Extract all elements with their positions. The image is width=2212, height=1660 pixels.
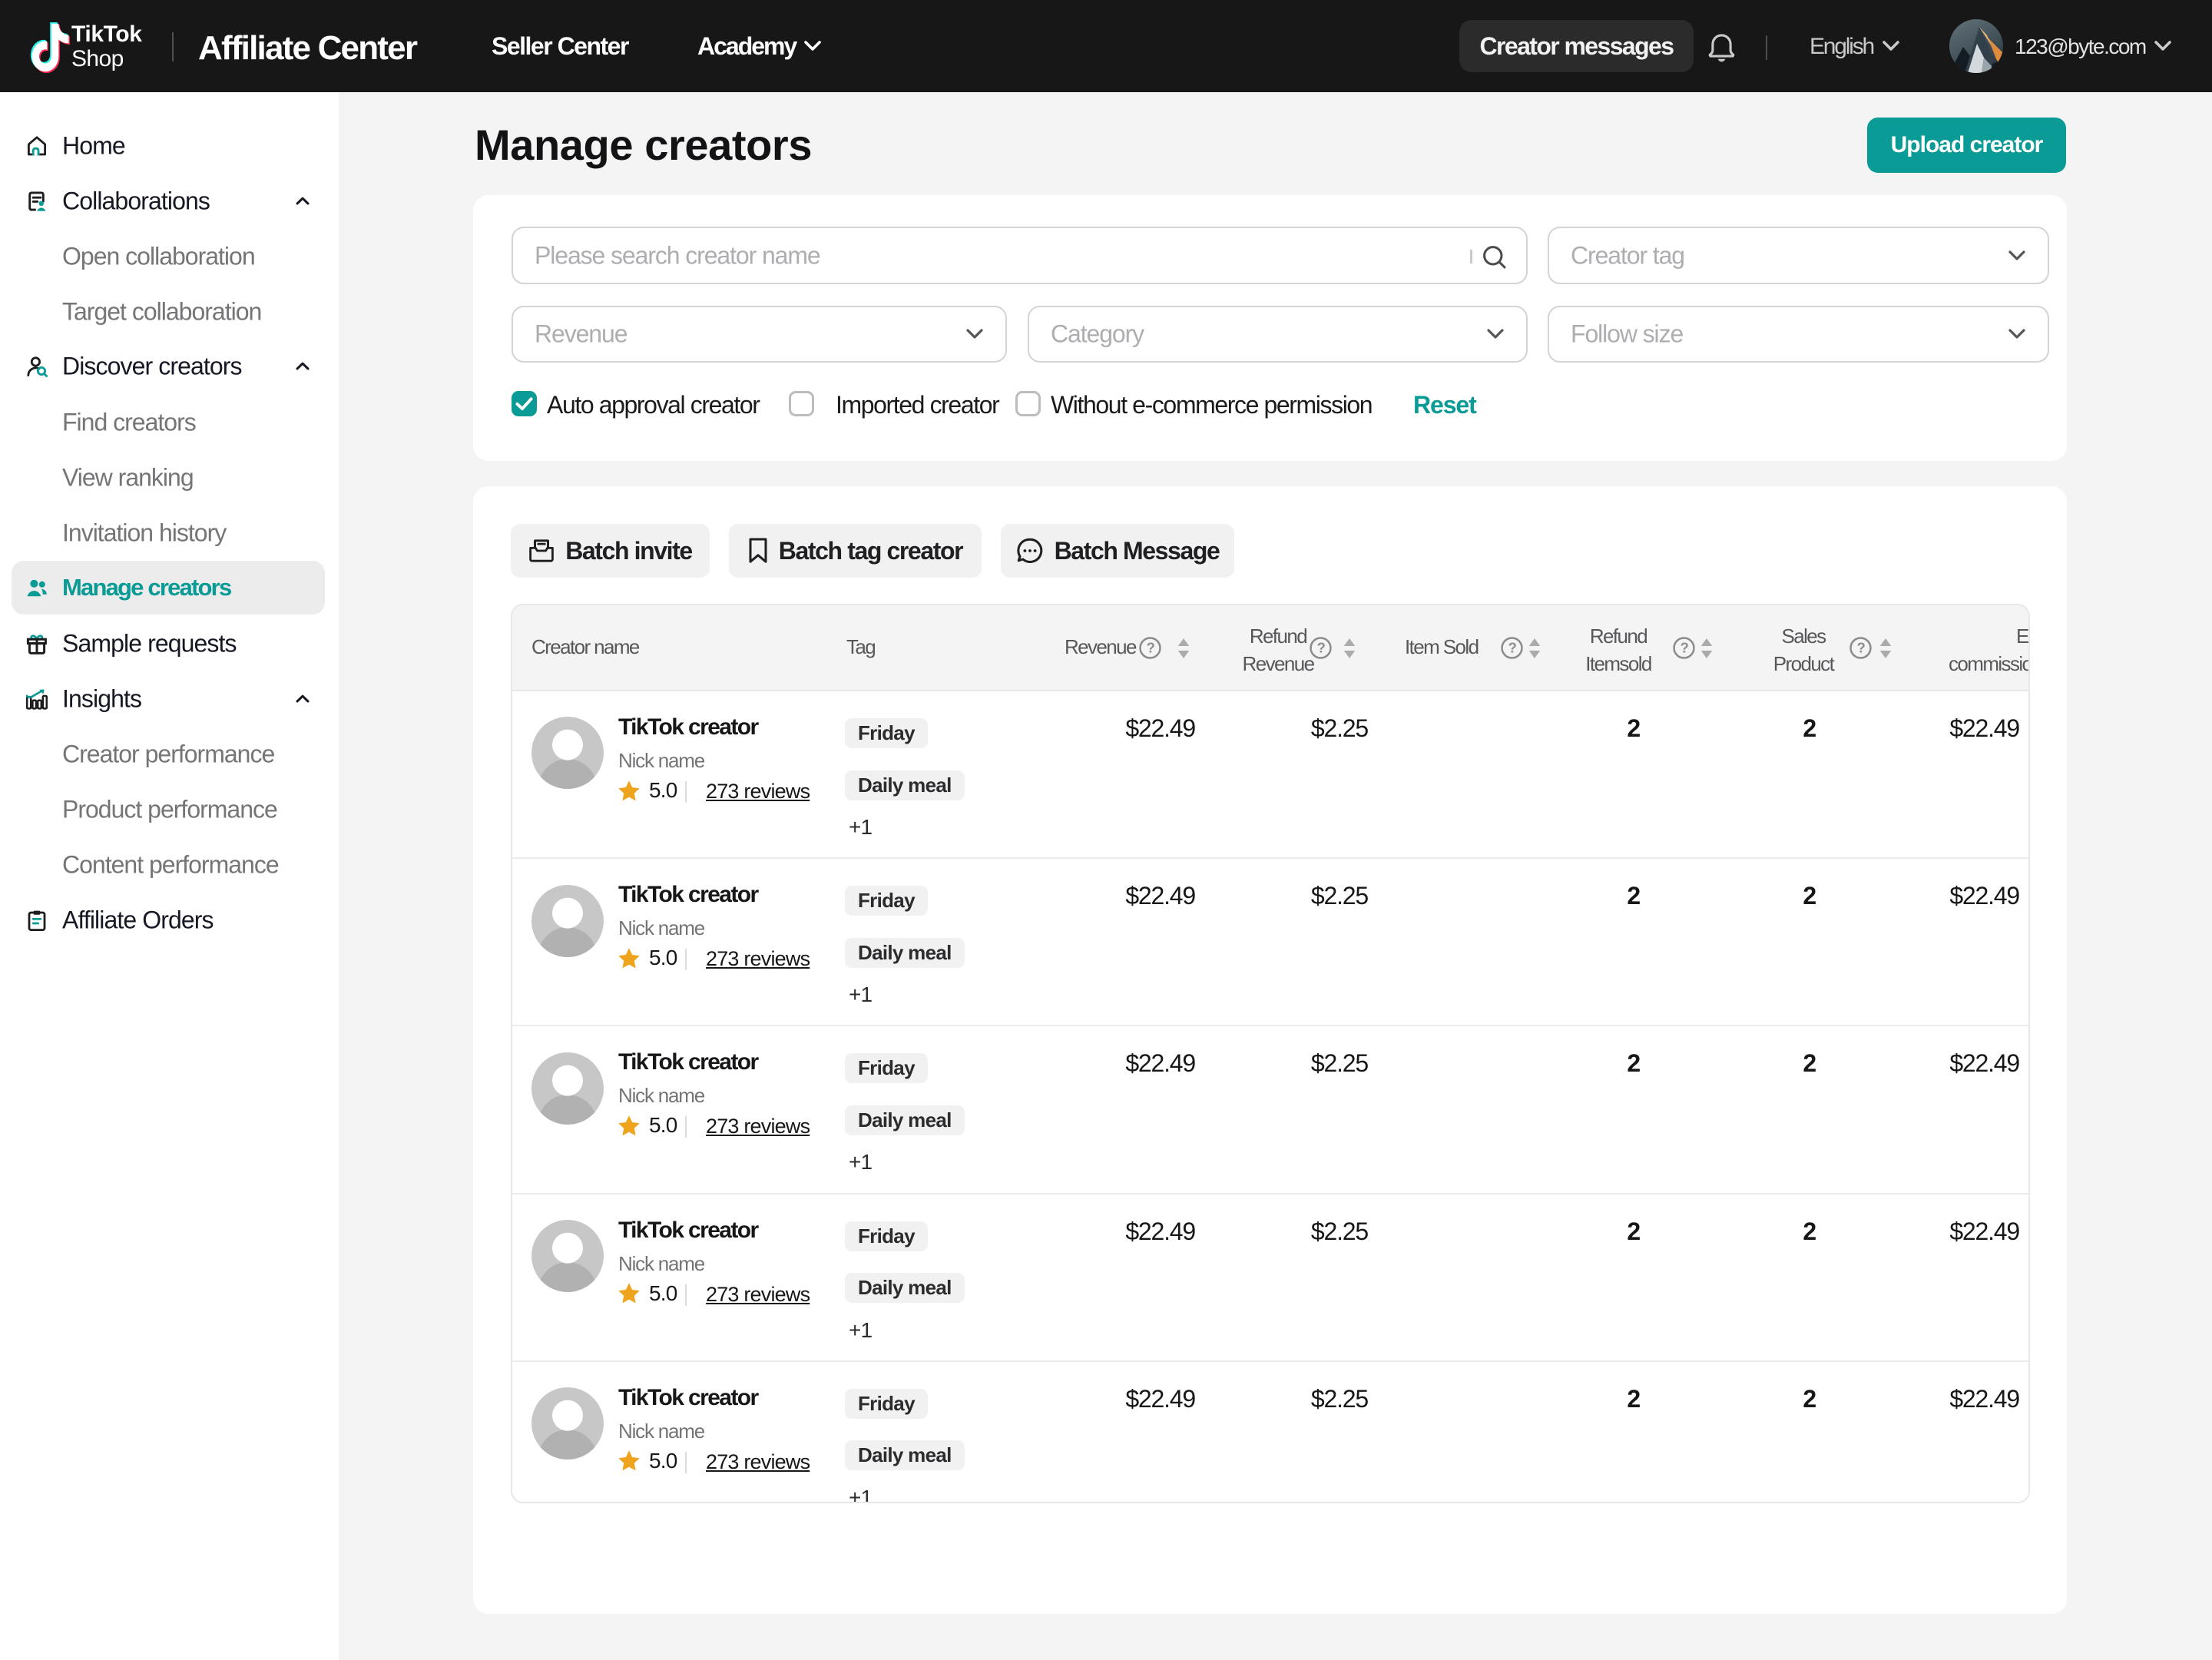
svg-text:?: ? (1508, 640, 1517, 656)
svg-text:?: ? (1147, 640, 1155, 656)
svg-text:?: ? (1857, 640, 1866, 656)
svg-text:?: ? (1317, 640, 1326, 656)
svg-text:?: ? (1681, 640, 1689, 656)
